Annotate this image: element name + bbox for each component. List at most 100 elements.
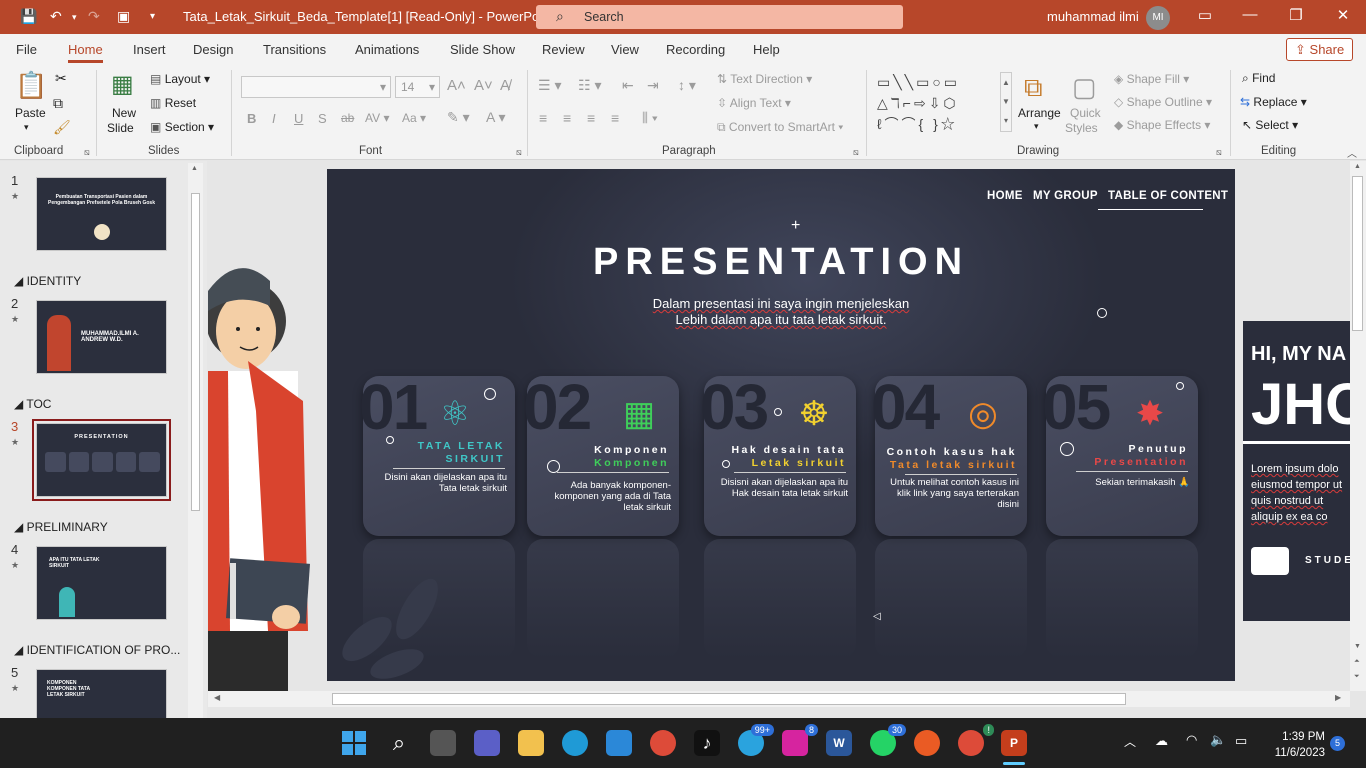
task-view-icon[interactable]	[430, 730, 456, 756]
drawing-launcher-icon[interactable]: ⧅	[1216, 147, 1222, 158]
replace-button[interactable]: ⇆ Replace ▾	[1240, 95, 1307, 109]
tab-design[interactable]: Design	[193, 42, 233, 57]
paste-icon[interactable]: 📋	[15, 70, 47, 101]
next-slide-icon[interactable]: ⏷	[1354, 673, 1360, 681]
arrange-dropdown-icon[interactable]: ▾	[1034, 121, 1039, 132]
slide-canvas[interactable]: HOME MY GROUP TABLE OF CONTENT + PRESENT…	[327, 169, 1235, 681]
shape-fill-button[interactable]: ◈ Shape Fill ▾	[1114, 72, 1189, 86]
shadow-icon[interactable]: S	[318, 111, 327, 126]
tiktok-icon[interactable]: ♪	[694, 730, 720, 756]
instagram-icon[interactable]: 8	[782, 724, 818, 756]
clear-formatting-icon[interactable]: A̸	[500, 77, 510, 94]
slide-thumbnail-2[interactable]: MUHAMMAD.ILMI A. ANDREW W.D.	[36, 300, 167, 374]
thumbnail-scrollbar[interactable]: ▲	[188, 163, 203, 718]
cut-icon[interactable]: ✂	[55, 70, 67, 87]
word-icon[interactable]: W	[826, 730, 852, 756]
collapse-ribbon-icon[interactable]: ︿	[1347, 145, 1357, 160]
wifi-icon[interactable]: ◠	[1186, 732, 1197, 748]
underline-icon[interactable]: U	[294, 111, 303, 126]
card-03[interactable]: 03 ☸ Hak desain tata Letak sirkuit Disis…	[700, 371, 856, 536]
edge-icon[interactable]	[562, 730, 588, 756]
notification-count[interactable]: 5	[1330, 736, 1345, 751]
tab-review[interactable]: Review	[542, 42, 585, 57]
scroll-down-icon[interactable]: ▼	[1354, 643, 1361, 650]
previous-slide-icon[interactable]: ⏶	[1354, 658, 1360, 666]
align-right-icon[interactable]: ≡	[587, 110, 595, 126]
share-button[interactable]: ⇪ Share	[1286, 38, 1353, 61]
start-icon[interactable]	[341, 730, 367, 756]
tab-help[interactable]: Help	[753, 42, 780, 57]
scroll-right-icon[interactable]: ▶	[1335, 693, 1341, 702]
slide-title[interactable]: PRESENTATION	[327, 241, 1235, 284]
format-painter-icon[interactable]: 🖌	[53, 119, 71, 136]
chrome-icon[interactable]	[650, 730, 676, 756]
justify-icon[interactable]: ≡	[611, 110, 619, 126]
clipboard-launcher-icon[interactable]: ⧅	[84, 147, 90, 158]
user-name[interactable]: muhammad ilmi	[1047, 9, 1139, 24]
paste-dropdown-icon[interactable]: ▾	[24, 122, 29, 133]
card-04[interactable]: 04 ◎ Contoh kasus hak Tata letak sirkuit…	[871, 371, 1027, 536]
search-input[interactable]: ⌕ Search	[536, 5, 903, 29]
chrome-profile-icon[interactable]: !	[958, 724, 994, 756]
line-spacing-icon[interactable]: ↕ ▾	[678, 77, 696, 94]
close-icon[interactable]: ✕	[1333, 6, 1353, 24]
decrease-font-icon[interactable]: A˅	[474, 77, 493, 94]
section-header-identity[interactable]: ◢ IDENTITY	[14, 274, 81, 288]
nav-my-group-link[interactable]: MY GROUP	[1033, 190, 1098, 202]
scrollbar-thumb[interactable]	[191, 193, 200, 511]
tab-view[interactable]: View	[611, 42, 639, 57]
card-05[interactable]: 05 ✸ Penutup Presentation Sekian terimak…	[1042, 371, 1198, 536]
reset-button[interactable]: ▥ Reset	[150, 96, 196, 110]
volume-muted-icon[interactable]: 🔈	[1210, 732, 1226, 748]
shapes-gallery-scroll[interactable]: ▲ ▼ ▾	[1000, 72, 1012, 132]
font-launcher-icon[interactable]: ⧅	[516, 147, 522, 158]
font-name-combo[interactable]: ▾	[241, 76, 391, 98]
quick-styles-label-1[interactable]: Quick	[1070, 106, 1101, 120]
cloud-offline-icon[interactable]: ☁	[1155, 733, 1168, 749]
card-01[interactable]: 01 ⚛ TATA LETAK SIRKUIT Disini akan dije…	[359, 371, 515, 536]
increase-font-icon[interactable]: A˄	[447, 77, 466, 94]
slide-thumbnail-1[interactable]: Pembuatan Transportasi Pasien dalam Peng…	[36, 177, 167, 251]
scroll-up-icon[interactable]: ▲	[191, 165, 198, 172]
battery-icon[interactable]: ▭	[1235, 733, 1247, 749]
character-illustration[interactable]	[208, 251, 328, 691]
strikethrough-icon[interactable]: ab	[341, 111, 354, 125]
shape-outline-button[interactable]: ◇ Shape Outline ▾	[1114, 95, 1212, 109]
scroll-up-icon[interactable]: ▲	[1354, 163, 1361, 170]
decrease-indent-icon[interactable]: ⇤	[622, 77, 634, 94]
paragraph-launcher-icon[interactable]: ⧅	[853, 147, 859, 158]
section-header-preliminary[interactable]: ◢ PRELIMINARY	[14, 520, 108, 534]
section-header-toc[interactable]: ◢ TOC	[14, 397, 51, 411]
scrollbar-thumb[interactable]	[332, 693, 1126, 705]
avatar[interactable]: MI	[1146, 6, 1170, 30]
new-slide-icon[interactable]: ▦	[111, 70, 134, 99]
bold-icon[interactable]: B	[247, 111, 256, 126]
copy-icon[interactable]: ⧉	[53, 95, 63, 112]
slide-thumbnail-4[interactable]: APA ITU TATA LETAK SIRKUIT	[36, 546, 167, 620]
find-button[interactable]: ⌕ Find	[1242, 71, 1275, 86]
telegram-icon[interactable]: 99+	[738, 724, 774, 756]
align-center-icon[interactable]: ≡	[563, 110, 571, 126]
quick-styles-icon[interactable]: ▢	[1072, 72, 1097, 103]
whatsapp-icon[interactable]: 30	[870, 724, 906, 756]
tab-file[interactable]: File	[16, 42, 37, 57]
char-spacing-icon[interactable]: AV ▾	[365, 111, 389, 125]
columns-icon[interactable]: ⫼ ▾	[642, 110, 658, 126]
horizontal-scrollbar[interactable]: ◀ ▶	[208, 691, 1350, 707]
quick-styles-label-2[interactable]: Styles	[1065, 121, 1098, 135]
search-icon[interactable]: ⌕	[386, 730, 412, 756]
tab-home[interactable]: Home	[68, 42, 103, 63]
italic-icon[interactable]: I	[272, 111, 276, 126]
section-header-identification[interactable]: ◢ IDENTIFICATION OF PRO...	[14, 643, 180, 657]
redo-icon[interactable]: ↷	[88, 8, 100, 25]
slide-thumbnail-3[interactable]: PRESENTATION	[32, 419, 171, 501]
tab-slide-show[interactable]: Slide Show	[450, 42, 515, 57]
tab-animations[interactable]: Animations	[355, 42, 419, 57]
undo-icon[interactable]: ↶	[50, 8, 62, 25]
shape-effects-button[interactable]: ◆ Shape Effects ▾	[1114, 118, 1210, 132]
scrollbar-thumb[interactable]	[1352, 176, 1363, 331]
convert-smartart-button[interactable]: ⧉ Convert to SmartArt ▾	[717, 120, 843, 135]
bullets-icon[interactable]: ☰ ▾	[538, 77, 561, 94]
file-explorer-icon[interactable]	[518, 730, 544, 756]
teams-icon[interactable]	[474, 730, 500, 756]
